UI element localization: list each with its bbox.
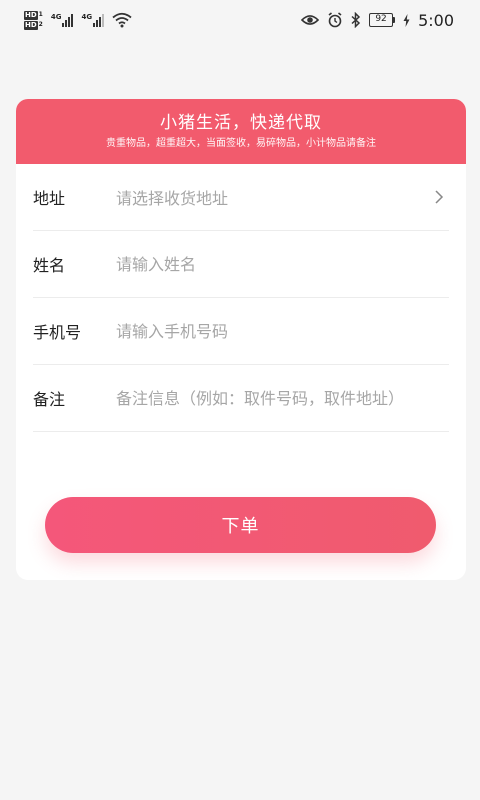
battery-icon: 92: [369, 13, 396, 27]
bluetooth-icon: [351, 12, 361, 28]
charging-icon: [403, 13, 410, 27]
hd-label: HD: [24, 10, 38, 20]
hd-sim2: HD 2: [24, 20, 43, 30]
signal-bars-icon: [93, 13, 105, 27]
eye-comfort-icon: [301, 15, 320, 25]
hd-indicators: HD 1 HD 2: [24, 10, 43, 30]
name-label: 姓名: [33, 256, 66, 275]
address-selector[interactable]: 请选择收货地址: [116, 185, 433, 209]
hd-sim-number: 2: [38, 21, 43, 28]
network-type-label: 4G: [81, 13, 93, 21]
submit-order-button[interactable]: 下单: [45, 497, 436, 553]
status-right: 92 5:00: [301, 11, 454, 30]
alarm-icon: [328, 12, 342, 28]
order-card: 小猪生活，快递代取 贵重物品，超重超大，当面签收，易碎物品，小计物品请备注 地址…: [16, 99, 466, 580]
network-type-label: 4G: [50, 13, 62, 21]
phone-input[interactable]: [116, 321, 449, 341]
signal-sim2: 4G: [81, 13, 105, 27]
hd-sim1: HD 1: [24, 10, 43, 20]
signal-sim1: 4G: [51, 13, 74, 27]
banner-subtitle: 贵重物品，超重超大，当面签收，易碎物品，小计物品请备注: [106, 138, 376, 149]
note-row: 备注: [33, 365, 449, 432]
phone-label: 手机号: [33, 323, 82, 342]
address-label: 地址: [33, 189, 66, 208]
clock: 5:00: [418, 10, 454, 30]
banner-title: 小猪生活，快递代取: [160, 113, 322, 133]
chevron-right-icon: [435, 190, 444, 204]
note-input[interactable]: [116, 388, 449, 408]
hd-label: HD: [24, 20, 38, 30]
banner: 小猪生活，快递代取 贵重物品，超重超大，当面签收，易碎物品，小计物品请备注: [16, 99, 466, 164]
address-row[interactable]: 地址 请选择收货地址: [33, 164, 449, 231]
battery-level: 92: [369, 13, 394, 27]
status-left: HD 1 HD 2 4G 4G: [24, 10, 132, 30]
name-input[interactable]: [116, 254, 449, 274]
signal-bars-icon: [62, 13, 74, 27]
status-bar: HD 1 HD 2 4G 4G 92 5:00: [0, 0, 480, 40]
phone-row: 手机号: [33, 298, 449, 365]
note-label: 备注: [33, 390, 66, 409]
hd-sim-number: 1: [38, 11, 43, 18]
name-row: 姓名: [33, 231, 449, 298]
wifi-icon: [112, 12, 132, 28]
order-form: 地址 请选择收货地址 姓名 手机号 备注: [16, 164, 466, 432]
